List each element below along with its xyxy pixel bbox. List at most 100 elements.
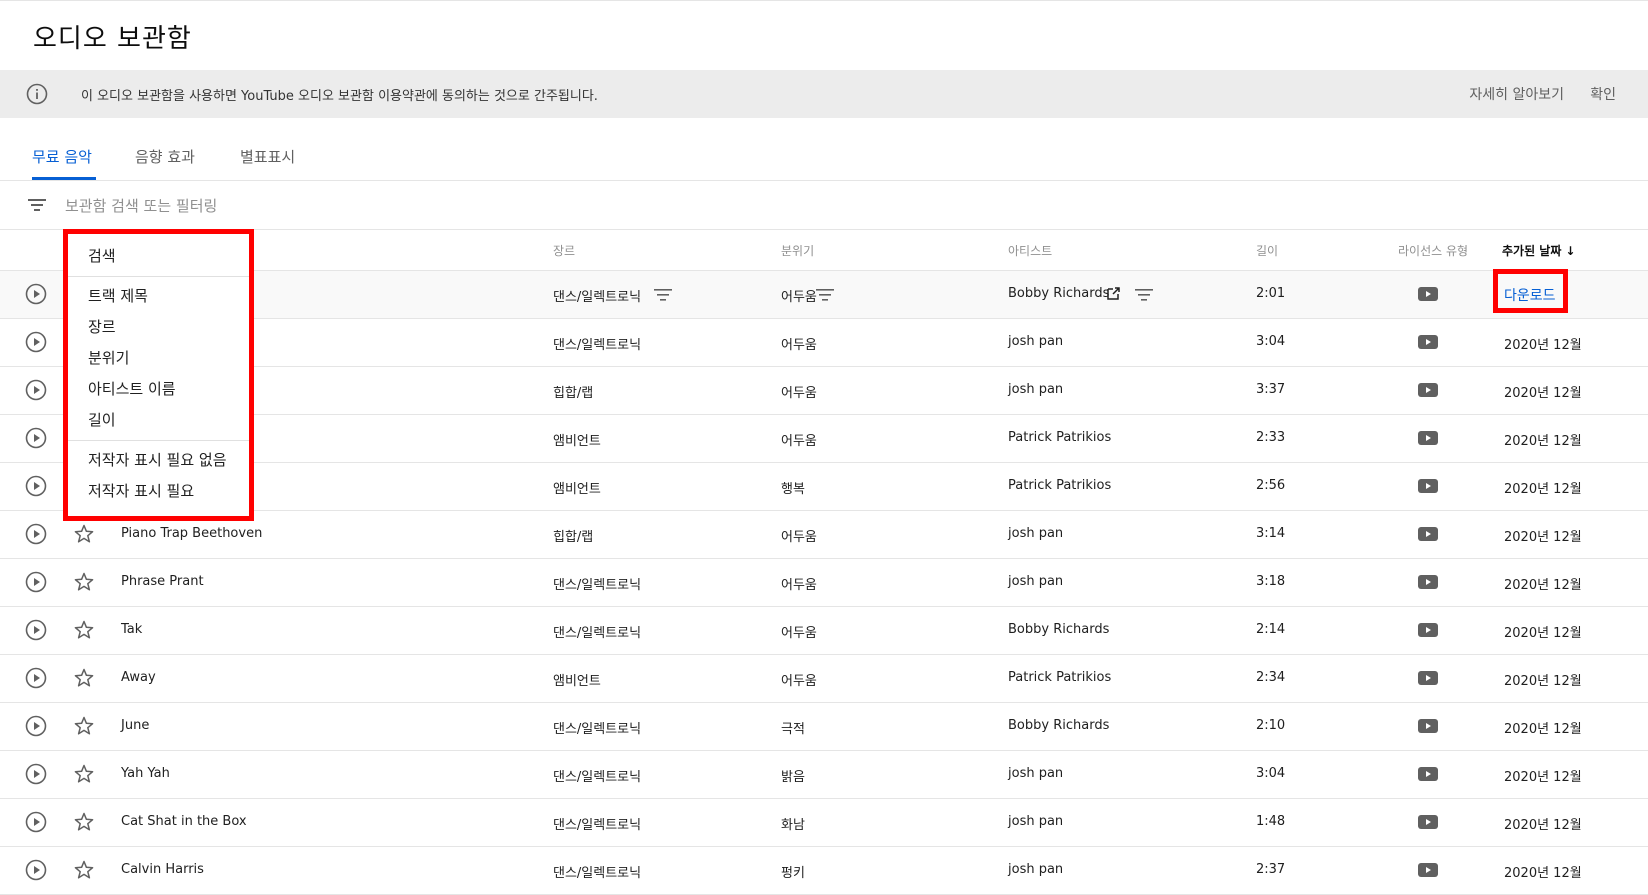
youtube-license-icon	[1418, 526, 1438, 542]
track-genre: 앰비언트	[553, 674, 601, 689]
external-link-icon[interactable]	[1106, 286, 1121, 301]
play-icon[interactable]	[25, 763, 47, 785]
youtube-license-icon	[1418, 574, 1438, 590]
play-icon[interactable]	[25, 571, 47, 593]
star-icon[interactable]	[73, 811, 95, 833]
track-row[interactable]: Phrase Prant 댄스/일렉트로닉 어두움 josh pan 3:18 2020년…	[0, 559, 1648, 607]
menu-item-genre[interactable]: 장르	[88, 316, 116, 337]
tab-bar: 무료 음악 음향 효과 별표표시	[0, 118, 1648, 181]
learn-more-link[interactable]: 자세히 알아보기	[1469, 84, 1564, 104]
play-icon[interactable]	[25, 619, 47, 641]
track-date-added: 2020년 12월	[1504, 338, 1582, 353]
menu-item-length[interactable]: 길이	[88, 409, 116, 430]
mood-filter-icon[interactable]	[816, 288, 834, 302]
play-icon[interactable]	[25, 331, 47, 353]
menu-item-artist-name[interactable]: 아티스트 이름	[88, 378, 176, 399]
menu-item-track-title[interactable]: 트랙 제목	[88, 285, 148, 306]
col-header-date-label: 추가된 날짜	[1502, 244, 1562, 258]
youtube-license-icon	[1418, 766, 1438, 782]
star-icon[interactable]	[73, 619, 95, 641]
track-row[interactable]: Away 앰비언트 어두움 Patrick Patrikios 2:34 2020년 12…	[0, 655, 1648, 703]
track-artist: josh pan	[1008, 382, 1064, 397]
track-row[interactable]: Tak 댄스/일렉트로닉 어두움 Bobby Richards 2:14 2020년 12…	[0, 607, 1648, 655]
menu-item-mood[interactable]: 분위기	[88, 347, 129, 368]
track-length: 3:04	[1256, 334, 1286, 349]
star-icon[interactable]	[73, 571, 95, 593]
track-mood: 어두움	[781, 578, 817, 593]
menu-item-attribution-required[interactable]: 저작자 표시 필요	[88, 480, 194, 501]
track-mood: 화남	[781, 818, 805, 833]
play-icon[interactable]	[25, 427, 47, 449]
confirm-button[interactable]: 확인	[1590, 84, 1616, 104]
youtube-license-icon	[1418, 622, 1438, 638]
track-date-added: 2020년 12월	[1504, 386, 1582, 401]
youtube-license-icon	[1418, 334, 1438, 350]
track-date-added: 2020년 12월	[1504, 674, 1582, 689]
track-artist: josh pan	[1008, 526, 1064, 541]
track-length: 3:14	[1256, 526, 1286, 541]
track-length: 3:37	[1256, 382, 1286, 397]
play-icon[interactable]	[25, 811, 47, 833]
youtube-license-icon	[1418, 814, 1438, 830]
menu-item-no-attribution[interactable]: 저작자 표시 필요 없음	[88, 449, 227, 470]
play-icon[interactable]	[25, 475, 47, 497]
track-genre: 댄스/일렉트로닉	[553, 626, 642, 641]
genre-filter-icon[interactable]	[654, 288, 672, 302]
col-header-artist[interactable]: 아티스트	[1008, 242, 1052, 259]
track-date-added: 2020년 12월	[1504, 770, 1582, 785]
play-icon[interactable]	[25, 283, 47, 305]
track-mood: 어두움	[781, 290, 817, 305]
track-length: 2:10	[1256, 718, 1286, 733]
track-artist: Bobby Richards	[1008, 286, 1110, 301]
col-header-length[interactable]: 길이	[1256, 242, 1278, 259]
star-icon[interactable]	[73, 763, 95, 785]
track-mood: 밝음	[781, 770, 805, 785]
star-icon[interactable]	[73, 859, 95, 881]
track-mood: 행복	[781, 482, 805, 497]
track-row[interactable]: Yah Yah 댄스/일렉트로닉 밝음 josh pan 3:04 2020년 12월	[0, 751, 1648, 799]
track-mood: 어두움	[781, 626, 817, 641]
track-length: 2:34	[1256, 670, 1286, 685]
track-artist: Patrick Patrikios	[1008, 670, 1112, 685]
info-icon	[26, 83, 48, 105]
play-icon[interactable]	[25, 667, 47, 689]
track-row[interactable]: June 댄스/일렉트로닉 극적 Bobby Richards 2:10 2020년 12…	[0, 703, 1648, 751]
col-header-genre[interactable]: 장르	[553, 242, 575, 259]
play-icon[interactable]	[25, 715, 47, 737]
play-icon[interactable]	[25, 859, 47, 881]
star-icon[interactable]	[73, 715, 95, 737]
track-row[interactable]: Cat Shat in the Box 댄스/일렉트로닉 화남 josh pan 1:4…	[0, 799, 1648, 847]
col-header-license[interactable]: 라이선스 유형	[1398, 242, 1468, 259]
play-icon[interactable]	[25, 523, 47, 545]
track-title: Calvin Harris	[121, 862, 204, 877]
track-genre: 댄스/일렉트로닉	[553, 818, 642, 833]
track-genre: 앰비언트	[553, 482, 601, 497]
track-date-added: 2020년 12월	[1504, 722, 1582, 737]
tab-free-music[interactable]: 무료 음악	[32, 146, 92, 167]
track-title: Piano Trap Beethoven	[121, 526, 263, 541]
star-icon[interactable]	[73, 667, 95, 689]
track-artist: Bobby Richards	[1008, 718, 1110, 733]
track-length: 3:04	[1256, 766, 1286, 781]
artist-filter-icon[interactable]	[1135, 288, 1153, 302]
track-length: 3:18	[1256, 574, 1286, 589]
tab-sound-effects[interactable]: 음향 효과	[135, 146, 195, 167]
track-length: 2:14	[1256, 622, 1286, 637]
download-highlight-box	[1493, 269, 1568, 313]
track-artist: josh pan	[1008, 334, 1064, 349]
star-icon[interactable]	[73, 523, 95, 545]
youtube-license-icon	[1418, 430, 1438, 446]
play-icon[interactable]	[25, 379, 47, 401]
col-header-date-added[interactable]: 추가된 날짜 ↓	[1502, 242, 1575, 259]
tab-starred[interactable]: 별표표시	[240, 146, 295, 167]
track-title: Phrase Prant	[121, 574, 204, 589]
track-genre: 댄스/일렉트로닉	[553, 770, 642, 785]
track-row[interactable]: Calvin Harris 댄스/일렉트로닉 펑키 josh pan 2:37 2020년…	[0, 847, 1648, 895]
search-filter-input[interactable]	[63, 192, 667, 220]
track-length: 2:01	[1256, 286, 1286, 301]
track-artist: josh pan	[1008, 862, 1064, 877]
filter-icon[interactable]	[27, 197, 47, 213]
col-header-mood[interactable]: 분위기	[781, 242, 814, 259]
track-mood: 어두움	[781, 434, 817, 449]
menu-item-search[interactable]: 검색	[88, 245, 116, 266]
